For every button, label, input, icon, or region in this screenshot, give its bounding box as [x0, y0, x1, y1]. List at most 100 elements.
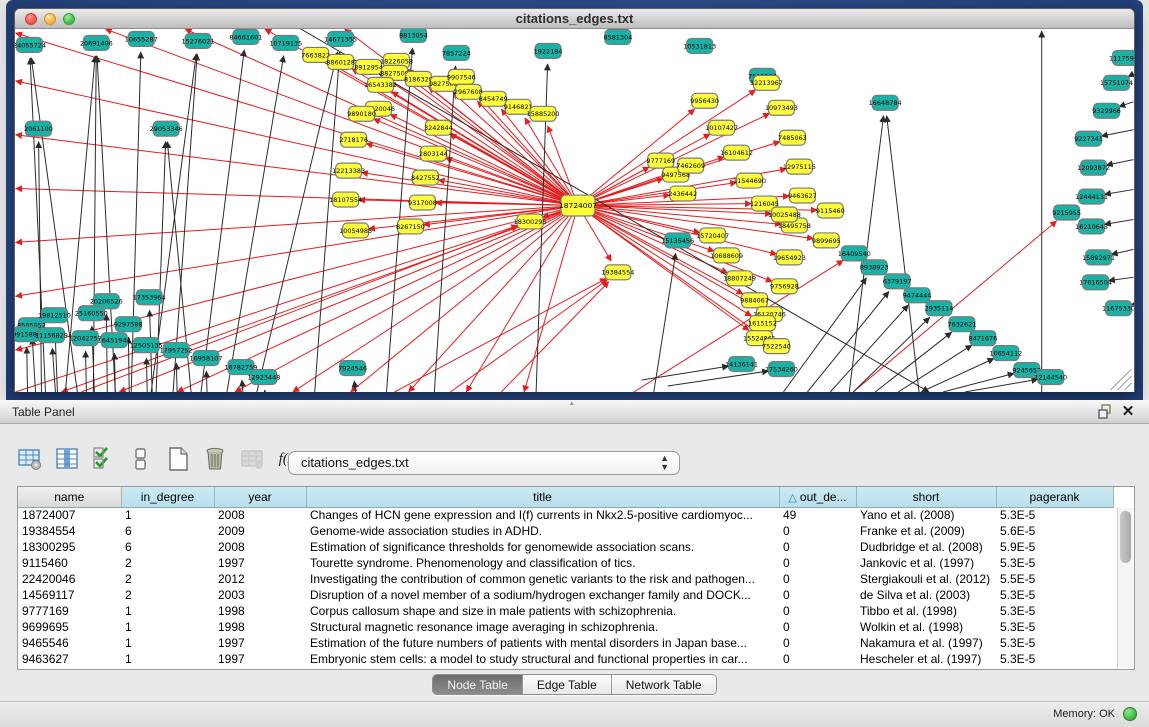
scrollbar-thumb[interactable]: [1120, 511, 1131, 563]
graph-node[interactable]: 18107554: [329, 192, 362, 207]
table-cell[interactable]: 1997: [214, 555, 306, 571]
table-cell[interactable]: de Silva et al. (2003): [856, 587, 996, 603]
graph-node[interactable]: 12444131: [1075, 189, 1108, 204]
table-cell[interactable]: 0: [779, 619, 856, 635]
table-cell[interactable]: 1: [121, 619, 214, 635]
table-row[interactable]: 946362711997Embryonic stem cells: a mode…: [18, 651, 1113, 667]
table-cell[interactable]: 1998: [214, 603, 306, 619]
graph-node[interactable]: 8427552: [411, 170, 440, 185]
graph-node[interactable]: 8813054: [399, 29, 428, 42]
network-table-select[interactable]: citations_edges.txt ▲▼: [288, 451, 680, 475]
graph-node[interactable]: 29053346: [150, 121, 183, 136]
graph-node[interactable]: 18724007: [559, 195, 597, 216]
table-cell[interactable]: Investigating the contribution of common…: [306, 571, 779, 587]
graph-node[interactable]: 8912954: [354, 59, 383, 74]
graph-node[interactable]: 12975115: [783, 159, 816, 174]
graph-node[interactable]: 9890180: [347, 106, 376, 121]
graph-node[interactable]: 17957252: [160, 343, 193, 358]
table-row[interactable]: 911546021997Tourette syndrome. Phenomeno…: [18, 555, 1113, 571]
table-cell[interactable]: 1: [121, 651, 214, 667]
table-cell[interactable]: Estimation of significance thresholds fo…: [306, 539, 779, 555]
graph-node[interactable]: 84661601: [229, 29, 262, 44]
table-cell[interactable]: 2012: [214, 571, 306, 587]
table-row[interactable]: 1456911722003Disruption of a novel membe…: [18, 587, 1113, 603]
graph-node[interactable]: 9329966: [1092, 103, 1121, 118]
graph-node[interactable]: 15135456: [661, 233, 694, 248]
graph-node[interactable]: 9115460: [816, 203, 845, 218]
graph-node[interactable]: 25160550: [75, 306, 108, 321]
tab-node-table[interactable]: Node Table: [433, 675, 523, 694]
table-cell[interactable]: 6: [121, 523, 214, 539]
table-cell[interactable]: 2003: [214, 587, 306, 603]
graph-node[interactable]: 18807249: [723, 271, 756, 286]
graph-node[interactable]: 2436442: [668, 186, 697, 201]
tab-network-table[interactable]: Network Table: [612, 675, 716, 694]
graph-node[interactable]: 1922184: [534, 43, 563, 58]
table-row[interactable]: 1830029562008Estimation of significance …: [18, 539, 1113, 555]
graph-node[interactable]: 15751074: [1100, 75, 1133, 90]
delete-column-icon[interactable]: [201, 445, 229, 473]
table-cell[interactable]: Disruption of a novel member of a sodium…: [306, 587, 779, 603]
graph-node[interactable]: 11156829: [35, 328, 68, 343]
table-cell[interactable]: 6: [121, 539, 214, 555]
table-cell[interactable]: Dudbridge et al. (2008): [856, 539, 996, 555]
graph-node[interactable]: 9474444: [903, 288, 932, 303]
table-cell[interactable]: 1998: [214, 619, 306, 635]
window-titlebar[interactable]: citations_edges.txt: [15, 9, 1134, 29]
table-cell[interactable]: 5.3E-5: [996, 635, 1113, 651]
graph-node[interactable]: 16648784: [869, 95, 902, 110]
table-cell[interactable]: Stergiakouli et al. (2012): [856, 571, 996, 587]
table-cell[interactable]: 9463627: [18, 651, 121, 667]
network-view-window[interactable]: citations_edges.txt 24055724 20691406 1065…: [14, 8, 1135, 392]
table-cell[interactable]: 1997: [214, 651, 306, 667]
graph-node[interactable]: 24055724: [15, 37, 46, 52]
table-cell[interactable]: 2: [121, 587, 214, 603]
table-cell[interactable]: 5.3E-5: [996, 555, 1113, 571]
graph-node[interactable]: 14671355: [324, 31, 357, 46]
table-row[interactable]: 969969511998Structural magnetic resonanc…: [18, 619, 1113, 635]
graph-node[interactable]: 17353964: [133, 290, 166, 305]
table-cell[interactable]: 0: [779, 587, 856, 603]
table-settings-icon[interactable]: [16, 445, 44, 473]
graph-node[interactable]: 19384554: [601, 265, 634, 280]
table-cell[interactable]: 9699695: [18, 619, 121, 635]
graph-node[interactable]: 15276021: [182, 33, 215, 48]
graph-node[interactable]: 15892971: [1082, 250, 1115, 265]
table-cell[interactable]: Tourette syndrome. Phenomenology and cla…: [306, 555, 779, 571]
graph-node[interactable]: 15720407: [696, 228, 729, 243]
minimize-window-icon[interactable]: [44, 13, 56, 25]
graph-node[interactable]: 16104612: [720, 145, 753, 160]
table-cell[interactable]: Wolkin et al. (1998): [856, 619, 996, 635]
table-cell[interactable]: 9115460: [18, 555, 121, 571]
table-row[interactable]: 946554611997Estimation of the future num…: [18, 635, 1113, 651]
graph-node[interactable]: 8938923: [860, 260, 889, 275]
graph-node[interactable]: 9215955: [1052, 205, 1081, 220]
graph-node[interactable]: 10654112: [989, 346, 1022, 361]
table-cell[interactable]: 18300295: [18, 539, 121, 555]
graph-node[interactable]: 12505135: [130, 338, 163, 353]
graph-node[interactable]: 9756928: [770, 279, 799, 294]
column-header-out_de[interactable]: △ out_de...: [779, 487, 856, 507]
table-row[interactable]: 2242004622012Investigating the contribut…: [18, 571, 1113, 587]
graph-node[interactable]: 11675330: [1102, 301, 1134, 316]
table-cell[interactable]: 0: [779, 603, 856, 619]
table-cell[interactable]: 2: [121, 571, 214, 587]
column-chooser-icon[interactable]: [53, 445, 81, 473]
table-cell[interactable]: Embryonic stem cells: a model to study s…: [306, 651, 779, 667]
table-cell[interactable]: Changes of HCN gene expression and I(f) …: [306, 507, 779, 523]
table-cell[interactable]: 22420046: [18, 571, 121, 587]
resize-grip-icon[interactable]: [1118, 376, 1132, 390]
graph-node[interactable]: 20691406: [80, 35, 113, 50]
table-cell[interactable]: Structural magnetic resonance image aver…: [306, 619, 779, 635]
table-cell[interactable]: 0: [779, 555, 856, 571]
graph-node[interactable]: 9317008: [408, 195, 437, 210]
graph-node[interactable]: 11175904: [1109, 50, 1134, 65]
table-cell[interactable]: 2008: [214, 539, 306, 555]
table-cell[interactable]: 5.3E-5: [996, 507, 1113, 523]
close-window-icon[interactable]: [25, 13, 37, 25]
zoom-window-icon[interactable]: [63, 13, 75, 25]
graph-node[interactable]: 12144540: [1034, 370, 1067, 385]
graph-node[interactable]: 10107427: [705, 120, 738, 135]
table-cell[interactable]: 2: [121, 555, 214, 571]
graph-node[interactable]: 16451944: [98, 333, 131, 348]
